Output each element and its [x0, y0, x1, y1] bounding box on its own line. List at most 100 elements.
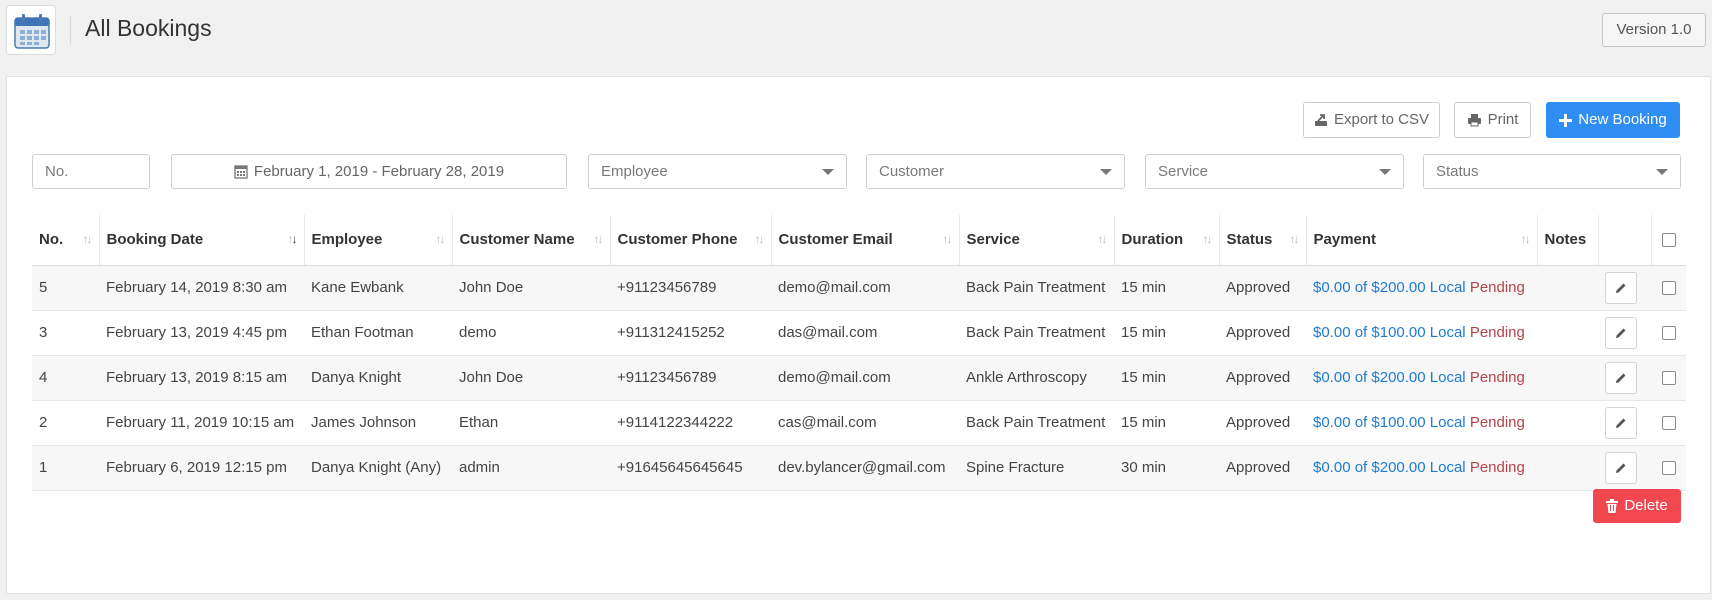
customer-filter-select[interactable]: Customer [866, 154, 1125, 189]
column-header-customer-phone[interactable]: Customer Phone ↑↓ [610, 215, 772, 266]
column-header-payment[interactable]: Payment ↑↓ [1306, 215, 1538, 266]
edit-button[interactable] [1605, 451, 1637, 484]
row-checkbox[interactable] [1661, 370, 1676, 385]
column-header-customer-name[interactable]: Customer Name ↑↓ [452, 215, 611, 266]
service-filter-placeholder: Service [1158, 163, 1209, 180]
payment-status-label: Pending [1469, 324, 1525, 341]
table-row[interactable]: 1 February 6, 2019 12:15 pm Danya Knight (… [32, 445, 1686, 491]
export-csv-button[interactable]: Export to CSV [1303, 102, 1440, 138]
column-header-employee[interactable]: Employee ↑↓ [304, 215, 453, 266]
cell-customer-name: Ethan [452, 400, 610, 446]
cell-select [1651, 400, 1686, 446]
cell-service: Back Pain Treatment [959, 265, 1114, 311]
cell-number: 4 [32, 355, 99, 401]
cell-booking-date: February 11, 2019 10:15 am [99, 400, 304, 446]
delete-button[interactable]: Delete [1593, 489, 1681, 523]
row-checkbox[interactable] [1661, 325, 1676, 340]
payment-amount-link[interactable]: $0.00 of $200.00 [1313, 459, 1426, 476]
cell-actions [1598, 400, 1651, 446]
column-header-duration[interactable]: Duration ↑↓ [1114, 215, 1220, 266]
status-filter-select[interactable]: Status [1423, 154, 1681, 189]
chevron-down-icon [1100, 169, 1112, 175]
sort-icon: ↑↓ [287, 232, 298, 246]
cell-duration: 15 min [1114, 265, 1219, 311]
column-header-status[interactable]: Status ↑↓ [1219, 215, 1307, 266]
cell-employee: James Johnson [304, 400, 452, 446]
sort-icon: ↑↓ [942, 232, 953, 246]
select-all-checkbox[interactable] [1661, 232, 1676, 247]
row-checkbox[interactable] [1661, 280, 1676, 295]
date-range-filter[interactable]: February 1, 2019 - February 28, 2019 [171, 154, 567, 189]
edit-button[interactable] [1605, 271, 1637, 304]
cell-payment: $0.00 of $200.00 Local Pending [1306, 445, 1537, 491]
payment-amount-link[interactable]: $0.00 of $100.00 [1313, 324, 1426, 341]
cell-actions [1598, 310, 1651, 356]
bookings-panel: Export to CSV Print New Booking No. Febr… [6, 76, 1711, 594]
payment-method-label: Local [1429, 459, 1466, 476]
cell-customer-phone: +9114122344222 [610, 400, 771, 446]
cell-status: Approved [1219, 265, 1306, 311]
column-header-service[interactable]: Service ↑↓ [959, 215, 1115, 266]
service-filter-select[interactable]: Service [1145, 154, 1404, 189]
cell-customer-email: demo@mail.com [771, 355, 959, 401]
cell-booking-date: February 14, 2019 8:30 am [99, 265, 304, 311]
column-header-booking-date[interactable]: Booking Date ↑↓ [99, 215, 305, 266]
payment-method-label: Local [1429, 279, 1466, 296]
edit-button[interactable] [1605, 406, 1637, 439]
column-header-no[interactable]: No. ↑↓ [32, 215, 100, 266]
pencil-icon [1616, 418, 1626, 428]
trash-icon [1606, 499, 1619, 513]
printer-icon [1467, 114, 1481, 127]
edit-button[interactable] [1605, 361, 1637, 394]
cell-select [1651, 310, 1686, 356]
edit-button[interactable] [1605, 316, 1637, 349]
export-csv-label: Export to CSV [1333, 111, 1430, 128]
sort-icon: ↑↓ [1097, 232, 1108, 246]
chevron-down-icon [1379, 169, 1391, 175]
new-booking-label: New Booking [1578, 111, 1667, 128]
cell-service: Ankle Arthroscopy [959, 355, 1114, 401]
customer-filter-placeholder: Customer [879, 163, 945, 180]
cell-payment: $0.00 of $100.00 Local Pending [1306, 310, 1537, 356]
payment-amount-link[interactable]: $0.00 of $200.00 [1313, 279, 1426, 296]
cell-customer-name: John Doe [452, 265, 610, 311]
cell-number: 5 [32, 265, 99, 311]
cell-service: Spine Fracture [959, 445, 1114, 491]
cell-notes [1537, 400, 1598, 446]
column-header-select-all [1651, 215, 1686, 266]
table-body: 5 February 14, 2019 8:30 am Kane Ewbank Joh… [32, 265, 1686, 491]
row-checkbox[interactable] [1661, 415, 1676, 430]
app-logo[interactable] [6, 5, 56, 55]
delete-label: Delete [1624, 497, 1668, 514]
cell-customer-email: das@mail.com [771, 310, 959, 356]
row-checkbox[interactable] [1661, 460, 1676, 475]
cell-employee: Kane Ewbank [304, 265, 452, 311]
payment-method-label: Local [1429, 369, 1466, 386]
table-row[interactable]: 3 February 13, 2019 4:45 pm Ethan Footman d… [32, 310, 1686, 356]
payment-amount-link[interactable]: $0.00 of $200.00 [1313, 369, 1426, 386]
table-row[interactable]: 5 February 14, 2019 8:30 am Kane Ewbank Joh… [32, 265, 1686, 311]
table-row[interactable]: 4 February 13, 2019 8:15 am Danya Knight Jo… [32, 355, 1686, 401]
cell-customer-phone: +91123456789 [610, 265, 771, 311]
date-range-value: February 1, 2019 - February 28, 2019 [253, 163, 505, 180]
column-header-customer-email[interactable]: Customer Email ↑↓ [771, 215, 960, 266]
new-booking-button[interactable]: New Booking [1546, 102, 1680, 138]
calendar-icon [234, 165, 248, 179]
sort-icon: ↑↓ [1202, 232, 1213, 246]
cell-customer-phone: +911312415252 [610, 310, 771, 356]
cell-customer-email: demo@mail.com [771, 265, 959, 311]
cell-employee: Ethan Footman [304, 310, 452, 356]
cell-duration: 15 min [1114, 310, 1219, 356]
employee-filter-select[interactable]: Employee [588, 154, 847, 189]
table-header-row: No. ↑↓ Booking Date ↑↓ Employee ↑↓ Customer… [32, 215, 1686, 266]
cell-notes [1537, 445, 1598, 491]
payment-amount-link[interactable]: $0.00 of $100.00 [1313, 414, 1426, 431]
number-filter-input[interactable]: No. [32, 154, 150, 189]
pencil-icon [1616, 373, 1626, 383]
version-button[interactable]: Version 1.0 [1602, 13, 1706, 47]
print-button[interactable]: Print [1454, 102, 1531, 138]
cell-notes [1537, 310, 1598, 356]
sort-icon: ↑↓ [435, 232, 446, 246]
table-row[interactable]: 2 February 11, 2019 10:15 am James Johnson… [32, 400, 1686, 446]
cell-customer-phone: +91123456789 [610, 355, 771, 401]
